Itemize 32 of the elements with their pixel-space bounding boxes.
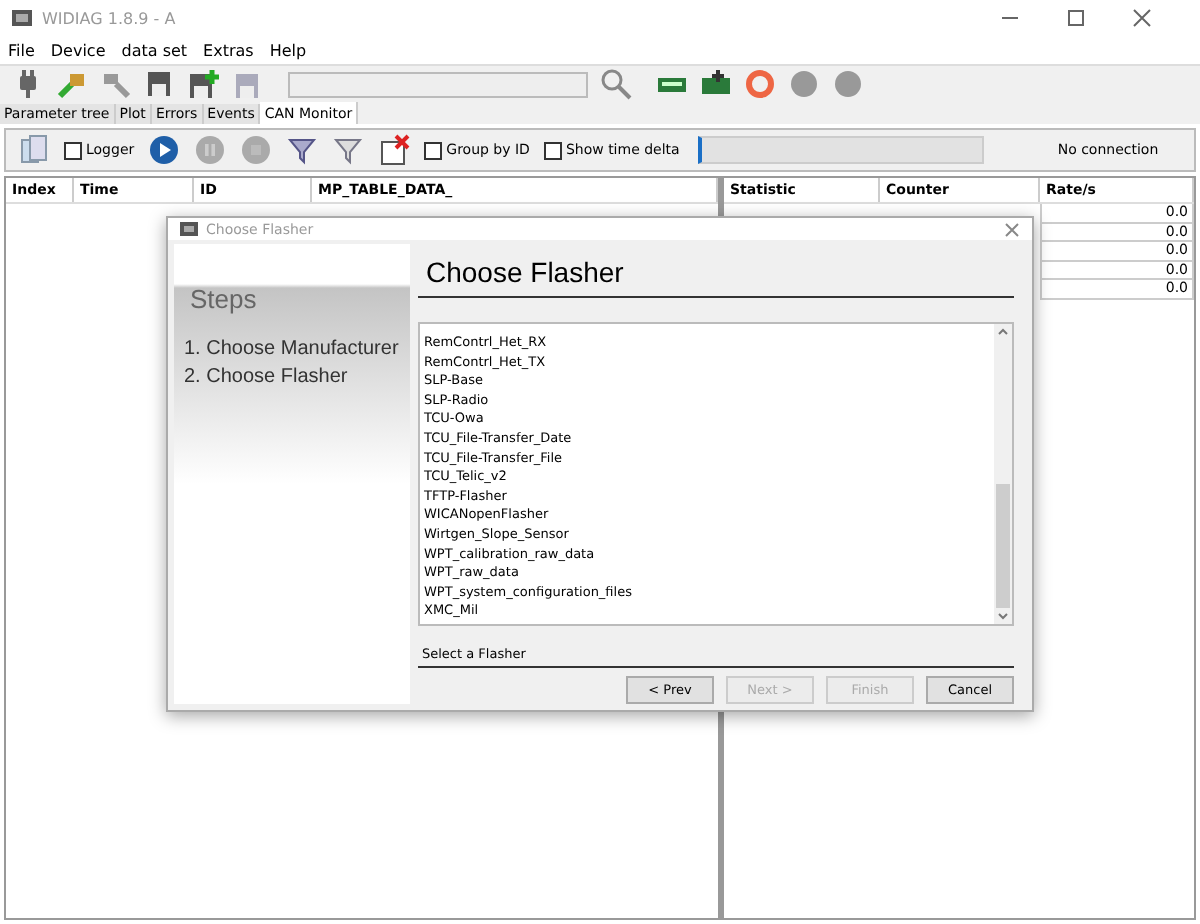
page-heading: Choose Flasher	[418, 244, 1014, 298]
clear-icon[interactable]	[378, 134, 411, 166]
step-label: 2. Choose Flasher	[182, 366, 350, 388]
floppy-add-icon[interactable]	[188, 68, 220, 100]
scroll-down-icon[interactable]	[994, 608, 1012, 624]
scrollbar[interactable]	[994, 324, 1012, 624]
close-icon[interactable]	[1004, 221, 1020, 237]
checkbox[interactable]	[424, 141, 443, 159]
step-label: 1. Choose Manufacturer	[182, 338, 401, 360]
pause-icon[interactable]	[194, 134, 227, 166]
app-icon	[180, 222, 198, 236]
search-field[interactable]	[288, 71, 588, 97]
stop-icon[interactable]	[240, 134, 273, 166]
menu-item[interactable]: Device	[50, 41, 106, 59]
menu-item[interactable]: Extras	[203, 41, 254, 59]
scroll-up-icon[interactable]	[994, 324, 1012, 340]
menu-item[interactable]: data set	[121, 41, 188, 59]
lifebuoy-icon[interactable]	[744, 68, 776, 100]
app-icon	[12, 10, 32, 26]
search-icon[interactable]	[600, 68, 632, 100]
floppy-icon[interactable]	[144, 68, 176, 100]
filter-icon[interactable]	[332, 134, 365, 166]
filter-icon[interactable]	[286, 134, 319, 166]
menu-item[interactable]: File	[8, 41, 35, 59]
menu-item[interactable]: Help	[269, 41, 307, 59]
copy-icon[interactable]	[18, 134, 50, 166]
play-icon[interactable]	[148, 134, 181, 166]
checkbox[interactable]	[543, 141, 562, 159]
steps-title: Steps	[188, 284, 259, 314]
flasher-list[interactable]	[418, 322, 1014, 626]
checkbox[interactable]	[64, 141, 82, 159]
window-title: WIDIAG 1.8.9 - A	[42, 9, 176, 27]
